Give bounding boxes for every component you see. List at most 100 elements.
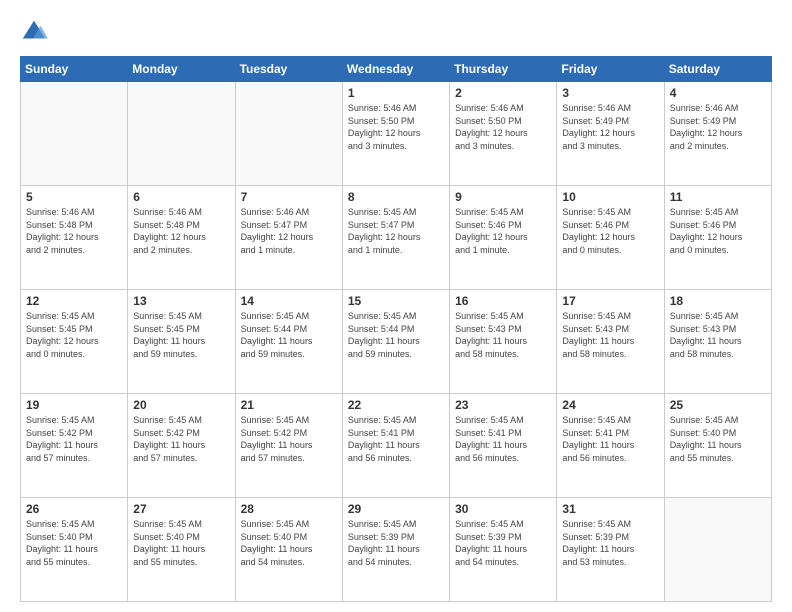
calendar-cell [21,82,128,186]
day-info: Sunrise: 5:45 AM Sunset: 5:43 PM Dayligh… [562,310,658,360]
header [20,18,772,46]
calendar-cell: 15 Sunrise: 5:45 AM Sunset: 5:44 PM Dayli… [342,290,449,394]
calendar-cell: 31 Sunrise: 5:45 AM Sunset: 5:39 PM Dayli… [557,498,664,602]
calendar-cell: 30Sunrise: 5:45 AM Sunset: 5:39 PM Dayli… [450,498,557,602]
day-info: Sunrise: 5:46 AM Sunset: 5:50 PM Dayligh… [348,102,444,152]
day-number: 16 [455,294,551,308]
calendar-header-saturday: Saturday [664,57,771,82]
day-number: 8 [348,190,444,204]
calendar-cell: 10 Sunrise: 5:45 AM Sunset: 5:46 PM Dayli… [557,186,664,290]
day-number: 21 [241,398,337,412]
calendar-cell: 20 Sunrise: 5:45 AM Sunset: 5:42 PM Dayli… [128,394,235,498]
day-info: Sunrise: 5:45 AM Sunset: 5:39 PM Dayligh… [348,518,444,568]
day-number: 31 [562,502,658,516]
day-number: 14 [241,294,337,308]
calendar-cell: 1 Sunrise: 5:46 AM Sunset: 5:50 PM Daylig… [342,82,449,186]
calendar-cell: 14Sunrise: 5:45 AM Sunset: 5:44 PM Dayli… [235,290,342,394]
calendar-cell: 9 Sunrise: 5:45 AM Sunset: 5:46 PM Daylig… [450,186,557,290]
calendar-cell: 7Sunrise: 5:46 AM Sunset: 5:47 PM Daylig… [235,186,342,290]
day-number: 11 [670,190,766,204]
calendar-cell: 19 Sunrise: 5:45 AM Sunset: 5:42 PM Dayli… [21,394,128,498]
day-number: 1 [348,86,444,100]
day-number: 5 [26,190,122,204]
day-info: Sunrise: 5:46 AM Sunset: 5:48 PM Dayligh… [133,206,229,256]
calendar-cell: 27 Sunrise: 5:45 AM Sunset: 5:40 PM Dayli… [128,498,235,602]
day-number: 9 [455,190,551,204]
day-number: 23 [455,398,551,412]
day-number: 4 [670,86,766,100]
day-number: 25 [670,398,766,412]
day-number: 12 [26,294,122,308]
calendar-cell: 22 Sunrise: 5:45 AM Sunset: 5:41 PM Dayli… [342,394,449,498]
day-number: 28 [241,502,337,516]
calendar-cell: 17 Sunrise: 5:45 AM Sunset: 5:43 PM Dayli… [557,290,664,394]
calendar-cell [664,498,771,602]
calendar-cell: 26Sunrise: 5:45 AM Sunset: 5:40 PM Dayli… [21,498,128,602]
day-info: Sunrise: 5:45 AM Sunset: 5:46 PM Dayligh… [455,206,551,256]
day-info: Sunrise: 5:45 AM Sunset: 5:44 PM Dayligh… [348,310,444,360]
day-number: 6 [133,190,229,204]
calendar-cell: 13Sunrise: 5:45 AM Sunset: 5:45 PM Dayli… [128,290,235,394]
calendar-cell: 23 Sunrise: 5:45 AM Sunset: 5:41 PM Dayli… [450,394,557,498]
day-info: Sunrise: 5:46 AM Sunset: 5:49 PM Dayligh… [670,102,766,152]
day-info: Sunrise: 5:45 AM Sunset: 5:40 PM Dayligh… [241,518,337,568]
day-info: Sunrise: 5:46 AM Sunset: 5:49 PM Dayligh… [562,102,658,152]
calendar-cell [235,82,342,186]
calendar-cell: 5 Sunrise: 5:46 AM Sunset: 5:48 PM Daylig… [21,186,128,290]
calendar-header-row: SundayMondayTuesdayWednesdayThursdayFrid… [21,57,772,82]
calendar-cell: 8 Sunrise: 5:45 AM Sunset: 5:47 PM Daylig… [342,186,449,290]
calendar-cell: 16 Sunrise: 5:45 AM Sunset: 5:43 PM Dayli… [450,290,557,394]
day-number: 27 [133,502,229,516]
calendar-cell: 28 Sunrise: 5:45 AM Sunset: 5:40 PM Dayli… [235,498,342,602]
day-info: Sunrise: 5:46 AM Sunset: 5:48 PM Dayligh… [26,206,122,256]
day-info: Sunrise: 5:45 AM Sunset: 5:40 PM Dayligh… [133,518,229,568]
day-number: 19 [26,398,122,412]
calendar-cell: 18Sunrise: 5:45 AM Sunset: 5:43 PM Dayli… [664,290,771,394]
day-number: 17 [562,294,658,308]
day-number: 30 [455,502,551,516]
day-number: 10 [562,190,658,204]
calendar-header-wednesday: Wednesday [342,57,449,82]
day-info: Sunrise: 5:45 AM Sunset: 5:45 PM Dayligh… [133,310,229,360]
day-info: Sunrise: 5:45 AM Sunset: 5:40 PM Dayligh… [670,414,766,464]
calendar-cell: 25 Sunrise: 5:45 AM Sunset: 5:40 PM Dayli… [664,394,771,498]
calendar-cell: 24Sunrise: 5:45 AM Sunset: 5:41 PM Dayli… [557,394,664,498]
day-number: 3 [562,86,658,100]
calendar-header-monday: Monday [128,57,235,82]
day-number: 20 [133,398,229,412]
day-number: 22 [348,398,444,412]
page: SundayMondayTuesdayWednesdayThursdayFrid… [0,0,792,612]
day-info: Sunrise: 5:45 AM Sunset: 5:39 PM Dayligh… [562,518,658,568]
calendar-cell: 4 Sunrise: 5:46 AM Sunset: 5:49 PM Daylig… [664,82,771,186]
calendar-week-5: 26Sunrise: 5:45 AM Sunset: 5:40 PM Dayli… [21,498,772,602]
calendar-cell: 21 Sunrise: 5:45 AM Sunset: 5:42 PM Dayli… [235,394,342,498]
day-number: 2 [455,86,551,100]
calendar-week-1: 1 Sunrise: 5:46 AM Sunset: 5:50 PM Daylig… [21,82,772,186]
day-info: Sunrise: 5:45 AM Sunset: 5:42 PM Dayligh… [241,414,337,464]
calendar-cell: 2 Sunrise: 5:46 AM Sunset: 5:50 PM Daylig… [450,82,557,186]
day-info: Sunrise: 5:45 AM Sunset: 5:46 PM Dayligh… [562,206,658,256]
day-info: Sunrise: 5:45 AM Sunset: 5:41 PM Dayligh… [348,414,444,464]
day-info: Sunrise: 5:45 AM Sunset: 5:46 PM Dayligh… [670,206,766,256]
calendar-cell [128,82,235,186]
calendar-week-2: 5 Sunrise: 5:46 AM Sunset: 5:48 PM Daylig… [21,186,772,290]
day-info: Sunrise: 5:45 AM Sunset: 5:42 PM Dayligh… [26,414,122,464]
calendar-header-tuesday: Tuesday [235,57,342,82]
day-info: Sunrise: 5:45 AM Sunset: 5:47 PM Dayligh… [348,206,444,256]
day-info: Sunrise: 5:45 AM Sunset: 5:42 PM Dayligh… [133,414,229,464]
day-info: Sunrise: 5:46 AM Sunset: 5:50 PM Dayligh… [455,102,551,152]
calendar-cell: 3 Sunrise: 5:46 AM Sunset: 5:49 PM Daylig… [557,82,664,186]
calendar-table: SundayMondayTuesdayWednesdayThursdayFrid… [20,56,772,602]
calendar-cell: 6 Sunrise: 5:46 AM Sunset: 5:48 PM Daylig… [128,186,235,290]
day-info: Sunrise: 5:45 AM Sunset: 5:45 PM Dayligh… [26,310,122,360]
calendar-header-friday: Friday [557,57,664,82]
day-info: Sunrise: 5:46 AM Sunset: 5:47 PM Dayligh… [241,206,337,256]
day-info: Sunrise: 5:45 AM Sunset: 5:41 PM Dayligh… [455,414,551,464]
calendar-cell: 12 Sunrise: 5:45 AM Sunset: 5:45 PM Dayli… [21,290,128,394]
day-info: Sunrise: 5:45 AM Sunset: 5:43 PM Dayligh… [670,310,766,360]
day-number: 24 [562,398,658,412]
day-number: 29 [348,502,444,516]
day-info: Sunrise: 5:45 AM Sunset: 5:43 PM Dayligh… [455,310,551,360]
day-number: 15 [348,294,444,308]
calendar-cell: 11 Sunrise: 5:45 AM Sunset: 5:46 PM Dayli… [664,186,771,290]
